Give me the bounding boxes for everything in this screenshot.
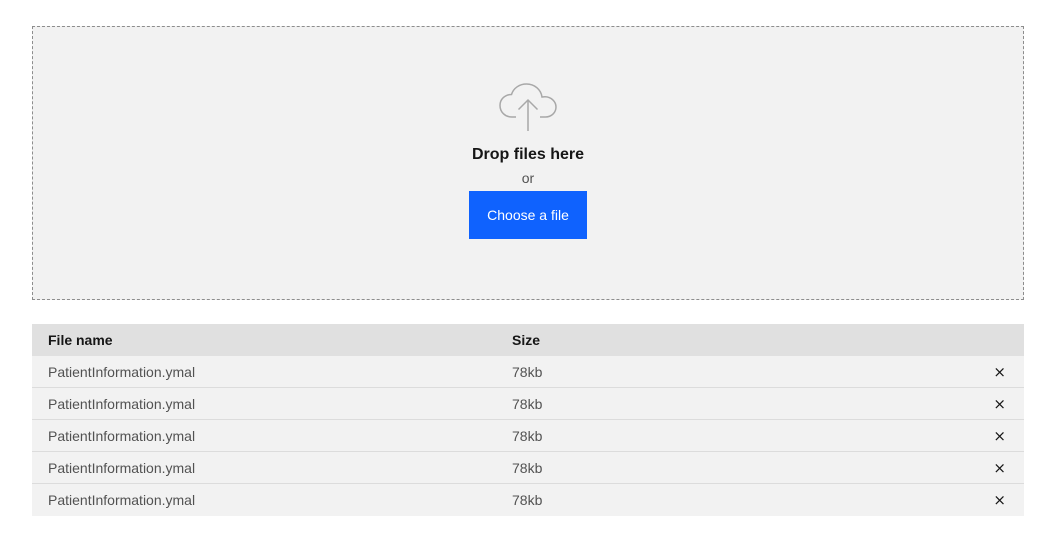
file-size-cell: 78kb [496, 451, 896, 484]
table-row: PatientInformation.ymal 78kb × [32, 387, 1024, 420]
file-name-cell: PatientInformation.ymal [32, 483, 496, 516]
file-size-cell: 78kb [496, 387, 896, 420]
column-header-size[interactable]: Size [496, 324, 896, 356]
table-header-row: File name Size [32, 324, 1024, 356]
file-table: File name Size PatientInformation.ymal 7… [32, 324, 1024, 516]
file-name-cell: PatientInformation.ymal [32, 451, 496, 484]
file-size-cell: 78kb [496, 483, 896, 516]
remove-file-icon[interactable]: × [993, 428, 1006, 444]
file-name-cell: PatientInformation.ymal [32, 387, 496, 420]
remove-file-icon[interactable]: × [993, 396, 1006, 412]
column-header-actions [896, 324, 1024, 356]
file-name-cell: PatientInformation.ymal [32, 356, 496, 388]
column-header-file-name[interactable]: File name [32, 324, 496, 356]
file-size-cell: 78kb [496, 419, 896, 452]
drop-or-text: or [521, 170, 535, 186]
table-row: PatientInformation.ymal 78kb × [32, 451, 1024, 484]
table-row: PatientInformation.ymal 78kb × [32, 419, 1024, 452]
file-name-cell: PatientInformation.ymal [32, 419, 496, 452]
cloud-upload-icon [499, 83, 557, 131]
remove-file-icon[interactable]: × [993, 460, 1006, 476]
table-row: PatientInformation.ymal 78kb × [32, 356, 1024, 388]
file-size-cell: 78kb [496, 356, 896, 388]
drop-title: Drop files here [471, 146, 585, 163]
table-row: PatientInformation.ymal 78kb × [32, 483, 1024, 516]
file-dropzone[interactable]: Drop files here or Choose a file [32, 26, 1024, 300]
choose-file-button[interactable]: Choose a file [469, 191, 587, 239]
remove-file-icon[interactable]: × [993, 364, 1006, 380]
remove-file-icon[interactable]: × [993, 493, 1006, 508]
